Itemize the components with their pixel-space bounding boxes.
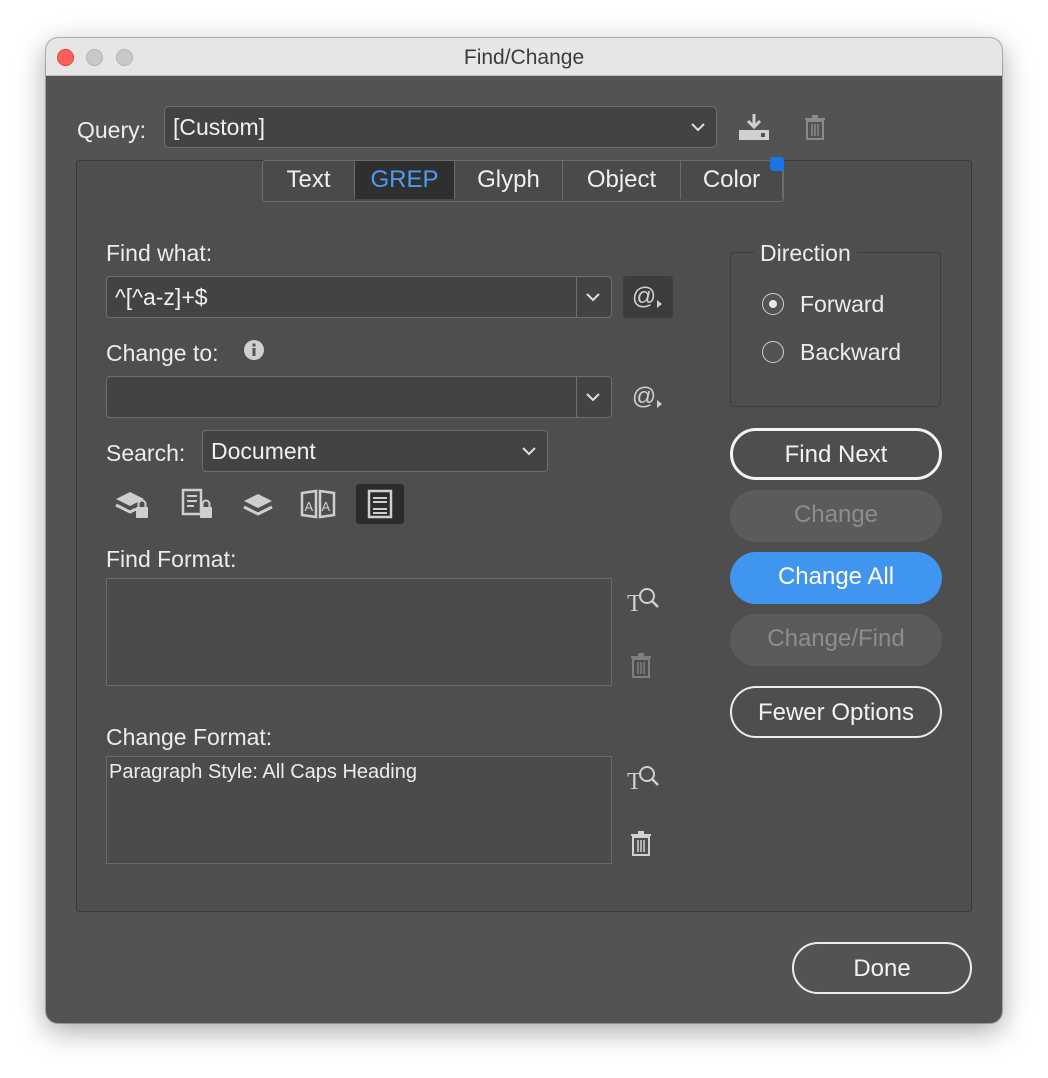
include-master-pages-button[interactable]: A A: [294, 484, 342, 524]
specify-find-format-button[interactable]: T: [624, 584, 662, 616]
chevron-down-icon: [586, 293, 600, 302]
search-scope-dropdown[interactable]: Document: [202, 430, 548, 472]
locked-layers-icon: [115, 492, 148, 518]
find-format-label: Find Format:: [106, 546, 237, 572]
find-format-box[interactable]: [106, 578, 612, 686]
change-format-value: Paragraph Style: All Caps Heading: [109, 761, 417, 783]
chevron-down-icon: [691, 123, 705, 132]
tab-grep[interactable]: GREP: [355, 161, 455, 199]
include-locked-layers-button[interactable]: [108, 484, 156, 524]
search-scope-value: Document: [211, 438, 316, 464]
at-symbol-icon: @: [631, 383, 657, 410]
special-characters-find-button[interactable]: @: [623, 276, 673, 318]
tab-text[interactable]: Text: [263, 161, 355, 199]
tab-glyph[interactable]: Glyph: [455, 161, 563, 199]
special-characters-change-button[interactable]: @: [623, 376, 673, 418]
at-symbol-icon: @: [631, 283, 657, 310]
query-value: [Custom]: [173, 114, 266, 140]
hidden-layers-icon: [243, 494, 273, 516]
find-change-dialog: Find/Change Query: [Custom] Text GREP Gl…: [46, 38, 1002, 1023]
change-to-field[interactable]: [106, 376, 612, 418]
direction-backward-label[interactable]: Backward: [800, 339, 901, 366]
chevron-down-icon: [586, 393, 600, 402]
clear-find-format-button[interactable]: [628, 650, 654, 680]
find-next-button[interactable]: Find Next: [730, 428, 942, 480]
trash-icon: [631, 831, 651, 856]
title-bar: Find/Change: [46, 38, 1002, 76]
save-query-icon: [739, 114, 769, 140]
clear-change-format-button[interactable]: [628, 828, 654, 858]
change-format-label: Change Format:: [106, 724, 273, 750]
search-label: Search:: [106, 440, 186, 466]
done-button[interactable]: Done: [792, 942, 972, 994]
locked-stories-icon: [181, 488, 212, 518]
info-circle-icon: [244, 340, 264, 360]
svg-text:A: A: [305, 499, 314, 514]
include-locked-stories-button[interactable]: [174, 484, 222, 524]
chevron-down-icon: [522, 447, 536, 456]
trash-icon: [631, 653, 651, 678]
flyout-arrow-icon: [657, 400, 663, 408]
direction-forward-radio[interactable]: [762, 293, 784, 315]
find-what-value: ^[^a-z]+$: [115, 284, 208, 310]
direction-group: [730, 252, 941, 407]
direction-label: Direction: [754, 240, 857, 267]
find-what-label: Find what:: [106, 240, 213, 266]
query-label: Query:: [77, 117, 147, 143]
window-title: Find/Change: [463, 46, 585, 69]
flyout-arrow-icon: [657, 300, 663, 308]
info-icon[interactable]: [242, 338, 266, 362]
change-all-button[interactable]: Change All: [730, 552, 942, 604]
save-query-button[interactable]: [734, 110, 774, 144]
svg-text:A: A: [322, 499, 331, 514]
format-search-icon: T: [627, 766, 659, 793]
master-pages-icon: A A: [300, 489, 336, 519]
change-find-button[interactable]: Change/Find: [730, 614, 942, 666]
direction-forward-label[interactable]: Forward: [800, 291, 884, 318]
fewer-options-button[interactable]: Fewer Options: [730, 686, 942, 738]
change-format-box[interactable]: Paragraph Style: All Caps Heading: [106, 756, 612, 864]
tab-bar: Text GREP Glyph Object Color: [262, 157, 784, 202]
tab-object[interactable]: Object: [563, 161, 681, 199]
format-search-icon: T: [627, 588, 659, 615]
include-footnotes-button[interactable]: [356, 484, 404, 524]
tab-color[interactable]: Color: [681, 161, 783, 199]
direction-backward-radio[interactable]: [762, 341, 784, 363]
change-button[interactable]: Change: [730, 490, 942, 542]
query-dropdown[interactable]: [Custom]: [164, 106, 717, 148]
delete-query-button[interactable]: [798, 110, 832, 144]
change-to-label: Change to:: [106, 340, 219, 366]
specify-change-format-button[interactable]: T: [624, 762, 662, 794]
include-hidden-layers-button[interactable]: [234, 484, 282, 524]
trash-icon: [805, 115, 825, 140]
find-what-field[interactable]: ^[^a-z]+$: [106, 276, 612, 318]
tab-indicator-badge: [770, 157, 784, 171]
footnotes-icon: [367, 489, 393, 519]
